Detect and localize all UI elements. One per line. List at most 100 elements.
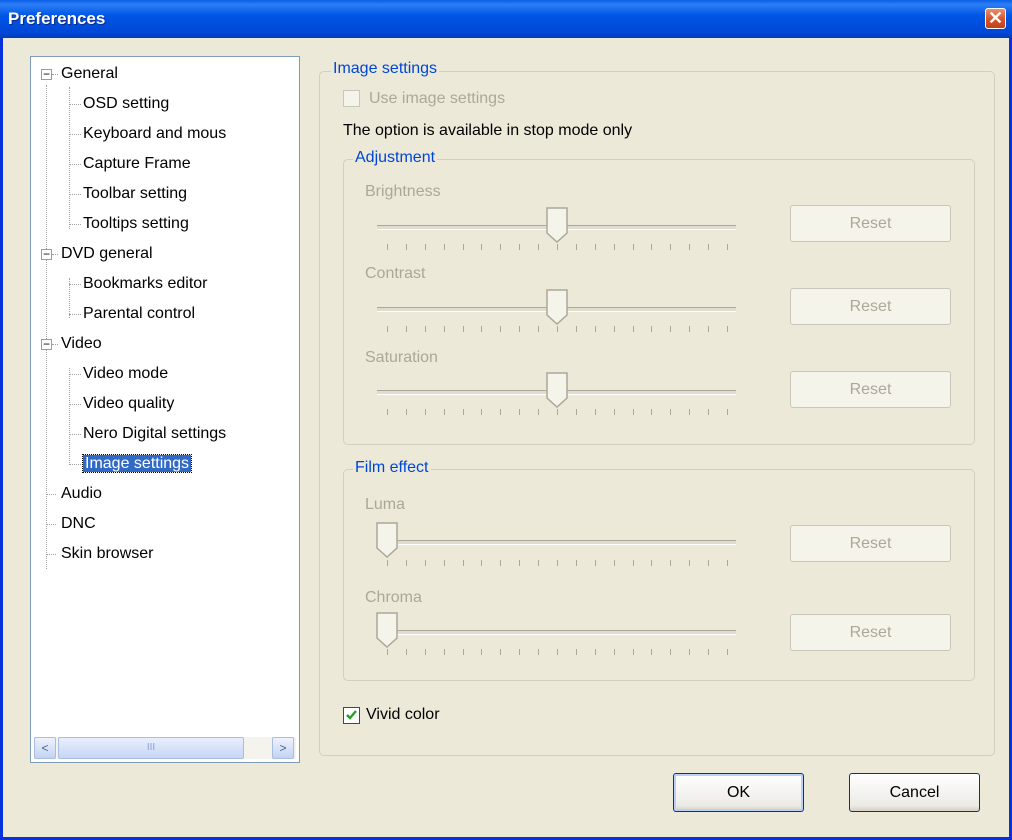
window-title: Preferences [8, 9, 106, 28]
slider-tick [651, 409, 653, 415]
checkmark-icon [346, 710, 357, 720]
tree-item-label: Bookmarks editor [83, 275, 208, 292]
settings-tree[interactable]: − General OSD setting Keyboard and mous Capt… [30, 56, 300, 763]
tree-item[interactable]: Video quality [83, 393, 174, 415]
slider-tick [424, 326, 426, 332]
tree-item[interactable]: General [61, 63, 118, 85]
slider-tick [651, 326, 653, 332]
tree-line [52, 254, 58, 255]
tree-item-label: Image settings [81, 454, 193, 473]
slider-track[interactable] [377, 630, 736, 635]
slider-tick [594, 649, 596, 655]
slider-tick [481, 244, 483, 250]
vivid-color-checkbox[interactable] [343, 707, 360, 724]
tree-item[interactable]: DNC [61, 513, 96, 535]
slider-tick [557, 649, 558, 655]
chevron-right-icon: > [279, 741, 287, 755]
collapse-icon[interactable]: − [41, 338, 52, 350]
collapse-icon[interactable]: − [41, 248, 52, 260]
tree-item-label: Video mode [83, 365, 169, 382]
use-image-settings-checkbox[interactable] [343, 90, 360, 107]
slider-tick [575, 326, 577, 332]
slider-tick [538, 409, 540, 415]
tree-item-label: Keyboard and mous [83, 125, 227, 142]
slider-tick [689, 409, 691, 415]
slider-tick [481, 326, 483, 332]
close-button[interactable]: ✕ [985, 8, 1006, 29]
slider-tick [689, 244, 691, 250]
scroll-left-button[interactable]: < [34, 737, 56, 759]
tree-item[interactable]: Tooltips setting [83, 213, 189, 235]
tree-line [69, 194, 81, 195]
brightness-label: Brightness [365, 183, 441, 200]
tree-item[interactable]: Audio [61, 483, 102, 505]
tree-line [69, 314, 81, 315]
tree-item[interactable]: Keyboard and mous [83, 123, 226, 145]
slider-thumb[interactable] [546, 207, 568, 243]
slider-tick [387, 649, 388, 655]
slider-tick [500, 649, 502, 655]
chroma-reset-button[interactable]: Reset [790, 614, 951, 651]
ok-button[interactable]: OK [673, 773, 804, 812]
slider-tick [613, 326, 615, 332]
slider-tick [500, 409, 502, 415]
slider-tick [405, 244, 407, 250]
saturation-reset-button[interactable]: Reset [790, 371, 951, 408]
slider-tick [443, 409, 445, 415]
slider-tick [424, 560, 426, 566]
tree-item[interactable]: DVD general [61, 243, 153, 265]
slider-tick [708, 560, 710, 566]
brightness-reset-button[interactable]: Reset [790, 205, 951, 242]
cancel-button[interactable]: Cancel [849, 773, 980, 812]
vivid-color-label: Vivid color [366, 706, 440, 723]
slider-tick [594, 409, 596, 415]
slider-thumb[interactable] [376, 612, 398, 648]
tree-item-label: Parental control [83, 305, 196, 322]
slider-tick [462, 244, 464, 250]
slider-tick [500, 244, 502, 250]
slider-tick [443, 560, 445, 566]
slider-tick [405, 649, 407, 655]
slider-tick [462, 326, 464, 332]
slider-tick [462, 560, 464, 566]
tree-item-label: Tooltips setting [83, 215, 189, 232]
slider-tick [538, 649, 540, 655]
adjustment-legend: Adjustment [353, 149, 438, 167]
scroll-right-button[interactable]: > [272, 737, 294, 759]
slider-thumb[interactable] [546, 372, 568, 408]
tree-item[interactable]: Toolbar setting [83, 183, 187, 205]
slider-thumb[interactable] [376, 522, 398, 558]
slider-tick [651, 649, 653, 655]
contrast-reset-button[interactable]: Reset [790, 288, 951, 325]
scroll-thumb[interactable]: III [58, 737, 244, 759]
tree-item[interactable]: Image settings [81, 453, 193, 475]
tree-item[interactable]: OSD setting [83, 93, 169, 115]
slider-tick [651, 244, 653, 250]
tree-item[interactable]: Capture Frame [83, 153, 191, 175]
tree-item[interactable]: Skin browser [61, 543, 153, 565]
title-bar[interactable]: Preferences ✕ [0, 0, 1012, 38]
luma-label: Luma [365, 496, 406, 513]
tree-item[interactable]: Video [61, 333, 102, 355]
tree-line [69, 87, 70, 229]
tree-horizontal-scrollbar[interactable]: < III > [34, 737, 296, 759]
slider-tick [424, 244, 426, 250]
slider-tick [538, 244, 540, 250]
chevron-left-icon: < [41, 741, 49, 755]
tree-item[interactable]: Nero Digital settings [83, 423, 226, 445]
slider-tick [481, 409, 483, 415]
slider-tick [557, 560, 558, 566]
image-settings-legend: Image settings [331, 60, 440, 78]
luma-reset-button[interactable]: Reset [790, 525, 951, 562]
slider-tick [613, 649, 615, 655]
tree-item[interactable]: Video mode [83, 363, 168, 385]
tree-item-label: Nero Digital settings [83, 425, 227, 442]
collapse-icon[interactable]: − [41, 68, 52, 80]
slider-thumb[interactable] [546, 289, 568, 325]
slider-tick [557, 409, 558, 415]
tree-item[interactable]: Bookmarks editor [83, 273, 208, 295]
tree-item[interactable]: Parental control [83, 303, 195, 325]
slider-track[interactable] [377, 540, 736, 545]
slider-tick [387, 560, 388, 566]
tree-item-label: Video [61, 335, 102, 352]
